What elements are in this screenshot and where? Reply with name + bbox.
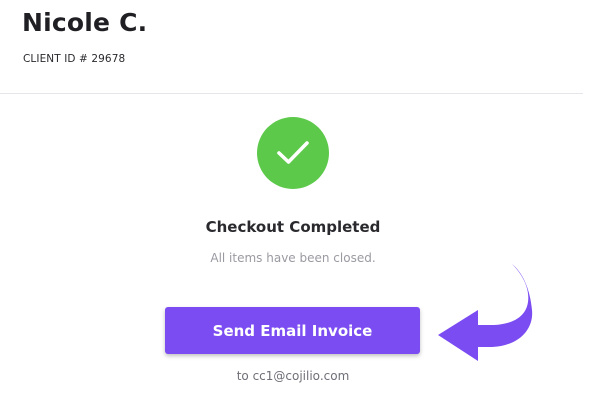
- send-email-invoice-button[interactable]: Send Email Invoice: [165, 307, 420, 354]
- client-id: CLIENT ID # 29678: [23, 53, 126, 65]
- status-title: Checkout Completed: [205, 218, 381, 236]
- invoice-recipient: to cc1@cojilio.com: [236, 369, 350, 383]
- curved-arrow-icon: [438, 264, 533, 361]
- client-name: Nicole C.: [22, 8, 148, 37]
- checkout-page: Nicole C. CLIENT ID # 29678 Checkout Com…: [0, 0, 592, 414]
- header-divider: [0, 93, 583, 94]
- checkmark-icon: [257, 117, 329, 189]
